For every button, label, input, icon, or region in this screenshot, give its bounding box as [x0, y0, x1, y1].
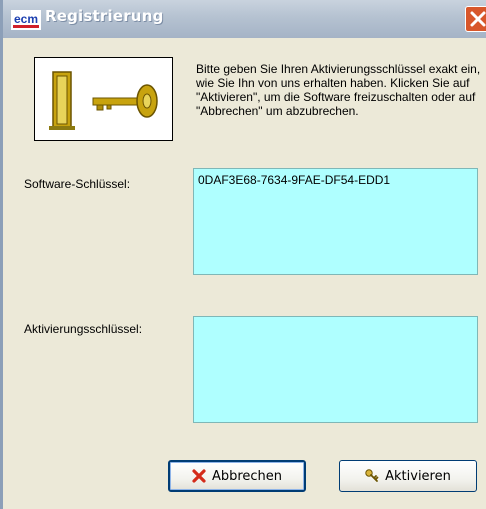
software-key-value: 0DAF3E68-7634-9FAE-DF54-EDD1 — [198, 173, 391, 187]
door-key-icon — [34, 57, 173, 141]
cancel-button-label: Abbrechen — [211, 468, 283, 484]
close-button[interactable] — [465, 6, 486, 32]
software-key-field[interactable]: 0DAF3E68-7634-9FAE-DF54-EDD1 — [193, 168, 478, 275]
title-bar[interactable]: ecm Registrierung — [3, 0, 486, 38]
software-key-label: Software-Schlüssel: — [24, 177, 131, 191]
registration-dialog: ecm Registrierung Bitte geben Sie Ihren … — [0, 0, 486, 509]
ecm-logo-icon: ecm — [11, 10, 41, 30]
key-icon — [365, 469, 379, 483]
cancel-button[interactable]: Abbrechen — [168, 460, 306, 492]
instruction-text: Bitte geben Sie Ihren Aktivierungsschlüs… — [196, 62, 481, 118]
activation-key-label: Aktivierungsschlüssel: — [24, 322, 143, 336]
activate-button-label: Aktivieren — [385, 468, 451, 484]
red-x-icon — [192, 469, 206, 483]
close-icon — [470, 11, 486, 27]
activation-key-field[interactable] — [193, 316, 478, 423]
window-title: Registrierung — [45, 7, 164, 25]
activate-button[interactable]: Aktivieren — [339, 460, 477, 492]
svg-text:ecm: ecm — [14, 12, 38, 26]
